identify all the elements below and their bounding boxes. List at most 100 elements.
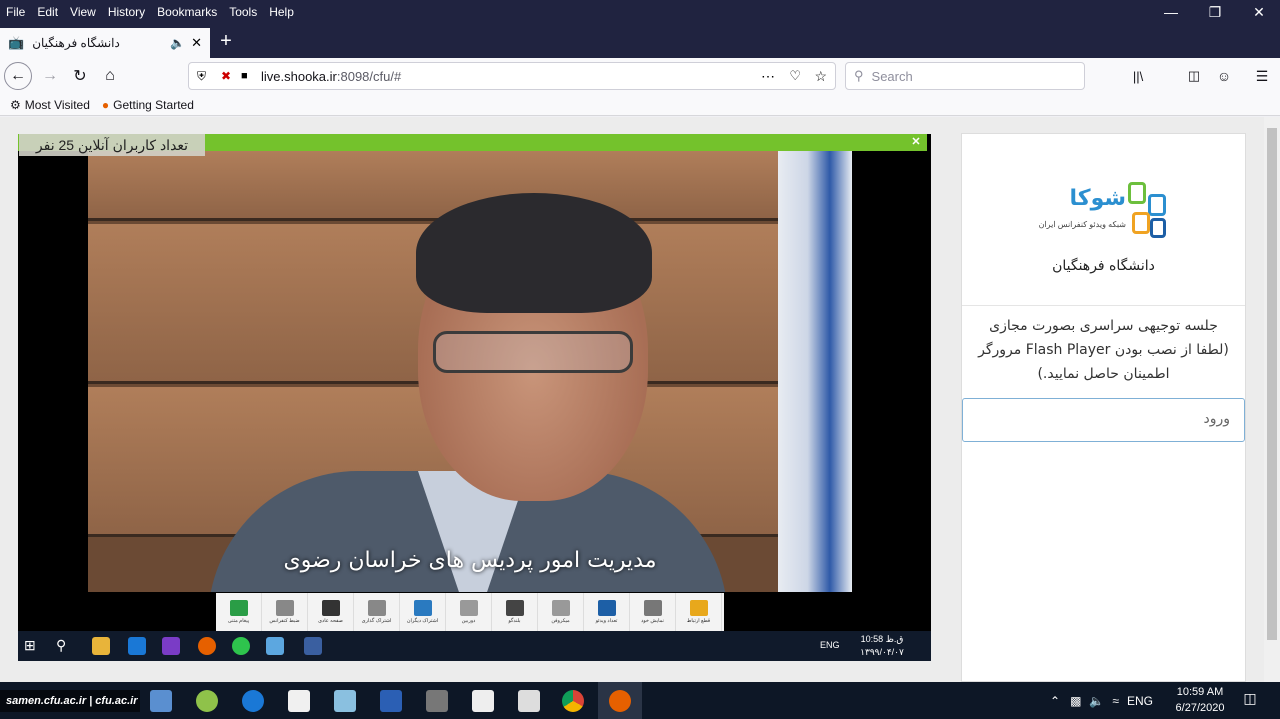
- new-tab-button[interactable]: +: [214, 28, 238, 54]
- tab-active[interactable]: 📺 دانشگاه فرهنگیان 🔈 ✕: [0, 28, 210, 58]
- language-indicator[interactable]: ENG: [1127, 694, 1153, 708]
- conference-toolbar-button[interactable]: پیغام متنی: [216, 593, 262, 631]
- session-notice: جلسه توجیهی سراسری بصورت مجازی (لطفا از …: [962, 305, 1245, 395]
- app-icon: [304, 637, 322, 655]
- gear-icon: ⚙: [10, 97, 21, 112]
- menu-file[interactable]: File: [0, 5, 31, 19]
- video-caption: مدیریت امور پردیس های خراسان رضوی: [283, 548, 657, 573]
- visual-studio-icon: [162, 637, 180, 655]
- conference-button-icon: [275, 600, 294, 616]
- firefox-icon[interactable]: [609, 690, 631, 712]
- menu-edit[interactable]: Edit: [31, 5, 64, 19]
- minimize-button[interactable]: —: [1148, 0, 1194, 24]
- url-bar[interactable]: ⛨ ✖ ■ live.shooka.ir:8098/cfu/# ⋯ ♡ ☆: [188, 62, 836, 90]
- conference-button-icon: [229, 600, 248, 616]
- conference-button-label: دوربین: [461, 618, 476, 624]
- taskbar-clock[interactable]: 10:59 AM 6/27/2020: [1168, 684, 1232, 716]
- watermark: samen.cfu.ac.ir | cfu.ac.ir: [0, 690, 140, 712]
- laptop-icon[interactable]: [150, 690, 172, 712]
- edge-icon[interactable]: [242, 690, 264, 712]
- close-window-button[interactable]: ✕: [1236, 0, 1280, 24]
- speaker-glasses: [433, 331, 633, 373]
- conference-toolbar-button[interactable]: قطع ارتباط: [676, 593, 722, 631]
- bookmark-star-icon[interactable]: ☆: [814, 68, 827, 85]
- conference-toolbar-button[interactable]: ضبط کنفرانس: [262, 593, 308, 631]
- bookmark-label: Getting Started: [113, 97, 194, 112]
- network-off-icon[interactable]: ▩: [1070, 694, 1081, 708]
- word-icon[interactable]: [380, 690, 402, 712]
- menu-help[interactable]: Help: [263, 5, 300, 19]
- pocket-icon[interactable]: ♡: [789, 68, 801, 84]
- conference-toolbar-button[interactable]: دوربین: [446, 593, 492, 631]
- conference-toolbar-button[interactable]: نمایش خود: [630, 593, 676, 631]
- forward-button[interactable]: →: [36, 62, 64, 90]
- speaker-icon[interactable]: 🔈: [170, 36, 185, 50]
- tv-icon: 📺: [8, 35, 25, 50]
- hamburger-menu-icon[interactable]: ☰: [1248, 62, 1276, 90]
- blocked-media-icon[interactable]: ✖: [221, 69, 231, 83]
- menu-view[interactable]: View: [64, 5, 102, 19]
- video-stream: [88, 151, 852, 592]
- clock-date: 6/27/2020: [1175, 702, 1225, 714]
- library-icon[interactable]: ||\: [1124, 62, 1152, 90]
- bookmarks-bar: ⚙ Most Visited ● Getting Started: [0, 94, 1280, 116]
- conference-toolbar-button[interactable]: اشتراک گذاری: [354, 593, 400, 631]
- logo-shape-icon: [1132, 212, 1150, 234]
- reload-button[interactable]: ↻: [66, 62, 94, 90]
- logo-subtitle: شبکه ویدئو کنفرانس ایران: [1038, 220, 1126, 229]
- conference-toolbar-button[interactable]: میکروفن: [538, 593, 584, 631]
- shield-icon[interactable]: ⛨: [197, 69, 206, 84]
- menu-history[interactable]: History: [102, 5, 151, 19]
- menu-bar: File Edit View History Bookmarks Tools H…: [0, 0, 1280, 24]
- menu-tools[interactable]: Tools: [223, 5, 263, 19]
- wall-background: [88, 151, 788, 221]
- store-icon[interactable]: [288, 690, 310, 712]
- back-button[interactable]: ←: [4, 62, 32, 90]
- tool-icon[interactable]: [426, 690, 448, 712]
- conference-button-label: ضبط کنفرانس: [269, 618, 300, 624]
- remote-taskbar: ⊞ ⚲ ENG 10:58 ق.ظ ۱۳۹۹/۰۴/۰۷: [18, 631, 931, 661]
- search-input[interactable]: ⚲ Search: [845, 62, 1085, 90]
- menu-bookmarks[interactable]: Bookmarks: [151, 5, 223, 19]
- conference-toolbar-button[interactable]: تعداد ویدئو: [584, 593, 630, 631]
- inner-clock-time: 10:58 ق.ظ: [860, 634, 904, 644]
- conference-button-label: اشتراک گذاری: [361, 618, 392, 624]
- home-button[interactable]: ⌂: [96, 62, 124, 90]
- maximize-button[interactable]: ❐: [1192, 0, 1238, 24]
- online-users-badge: تعداد کاربران آنلاین 25 نفر: [19, 134, 205, 156]
- search-icon: ⚲: [56, 637, 67, 653]
- login-button[interactable]: ورود: [962, 398, 1245, 442]
- volume-icon[interactable]: 🔈: [1089, 694, 1104, 708]
- conference-button-label: نمایش خود: [641, 618, 664, 624]
- tab-close-icon[interactable]: ✕: [191, 35, 202, 51]
- cards-icon[interactable]: [472, 690, 494, 712]
- logo-title: شوکا: [1069, 186, 1126, 211]
- conference-button-icon: [459, 600, 478, 616]
- scrollbar-thumb[interactable]: [1267, 128, 1277, 640]
- account-icon[interactable]: ☺: [1210, 62, 1238, 90]
- logo-shape-icon: [1150, 218, 1166, 238]
- chrome-icon[interactable]: [562, 690, 584, 712]
- conference-toolbar-button[interactable]: بلندگو: [492, 593, 538, 631]
- photos-icon[interactable]: [518, 690, 540, 712]
- university-name: دانشگاه فرهنگیان: [1052, 258, 1155, 274]
- bookmark-getting-started[interactable]: ● Getting Started: [102, 98, 194, 112]
- conference-toolbar-button[interactable]: اشتراک دیگران: [400, 593, 446, 631]
- conference-button-icon: [413, 600, 432, 616]
- notebook-icon[interactable]: [334, 690, 356, 712]
- conference-toolbar-button[interactable]: صفحه عادی: [308, 593, 354, 631]
- tab-strip: 📺 دانشگاه فرهنگیان 🔈 ✕: [0, 24, 1280, 58]
- flag-image: [778, 151, 852, 592]
- navigation-bar: ← → ↻ ⌂ ⛨ ✖ ■ live.shooka.ir:8098/cfu/# …: [0, 58, 1280, 94]
- page-actions-icon[interactable]: ⋯: [761, 68, 775, 85]
- paint-icon[interactable]: [196, 690, 218, 712]
- conference-button-icon: [321, 600, 340, 616]
- notifications-icon[interactable]: ◫: [1240, 690, 1260, 710]
- search-placeholder: Search: [871, 68, 913, 84]
- lock-icon[interactable]: ■: [241, 70, 248, 82]
- chevron-up-icon[interactable]: ⌃: [1050, 694, 1060, 708]
- video-close-icon[interactable]: ✕: [909, 134, 923, 151]
- bookmark-most-visited[interactable]: ⚙ Most Visited: [10, 98, 90, 112]
- sidebar-icon[interactable]: ◫: [1180, 62, 1208, 90]
- wifi-icon[interactable]: ≈: [1112, 694, 1119, 708]
